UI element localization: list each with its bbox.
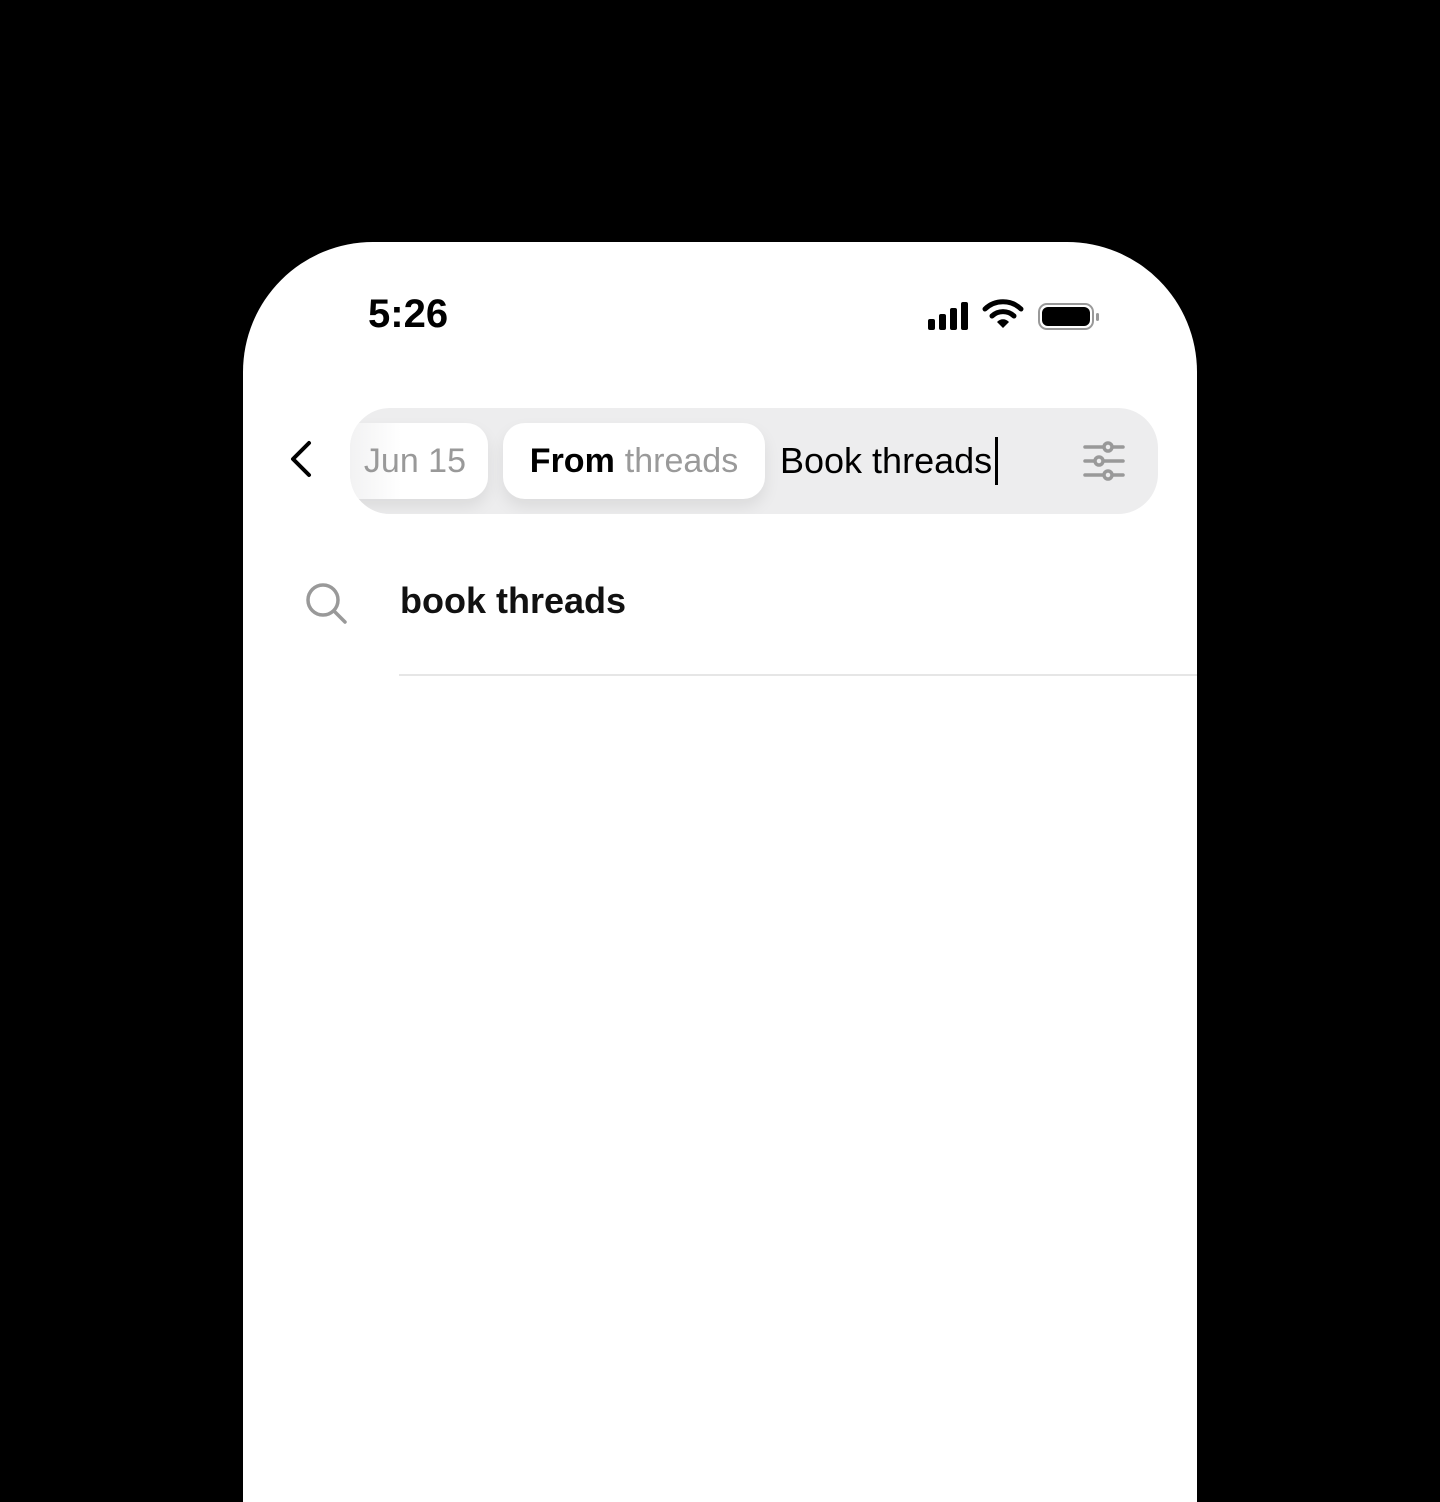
status-icons <box>928 298 1099 330</box>
filter-sliders-icon[interactable] <box>1082 440 1126 482</box>
from-chip-value: threads <box>624 441 739 480</box>
suggestion-text: book threads <box>400 580 627 621</box>
search-bar[interactable]: Jun 15 From threads Book threads <box>350 408 1158 514</box>
status-time: 5:26 <box>368 292 449 336</box>
search-input[interactable]: Book threads <box>780 437 999 485</box>
text-caret <box>995 437 999 485</box>
date-chip-label: Jun 15 <box>363 441 466 480</box>
suggestion-row[interactable]: book threads <box>243 572 1197 676</box>
signal-icon <box>928 300 968 330</box>
phone-screen: 5:26 Jun 15 From threads Book threads boo… <box>243 242 1197 1502</box>
wifi-icon <box>982 299 1024 328</box>
search-query-text: Book threads <box>780 440 993 481</box>
back-chevron-icon[interactable] <box>283 437 323 482</box>
from-filter-chip[interactable]: From threads <box>503 423 765 499</box>
date-filter-chip[interactable]: Jun 15 <box>350 423 488 499</box>
from-chip-key: From <box>529 441 615 480</box>
battery-icon <box>1038 303 1099 330</box>
divider <box>399 674 1197 676</box>
search-icon <box>306 583 347 624</box>
